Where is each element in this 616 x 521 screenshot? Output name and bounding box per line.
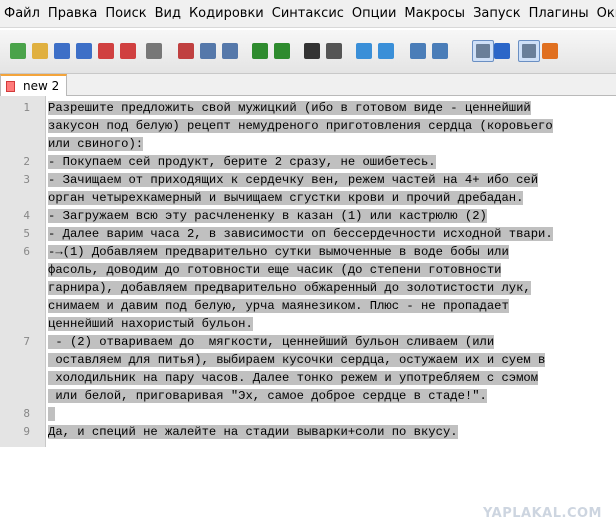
line-number: 1	[23, 101, 30, 114]
menu-item-5[interactable]: Синтаксис	[272, 6, 352, 21]
text-line: - Зачищаем от приходящих к сердечку вен,…	[48, 173, 539, 187]
line-number: 5	[23, 227, 30, 240]
line-number: 6	[23, 245, 30, 258]
replace-icon[interactable]	[326, 43, 342, 59]
menu-item-10[interactable]: Окна	[597, 6, 616, 21]
text-line: - (2) отвариваем до мягкости, ценнейший …	[48, 335, 495, 349]
menu-item-8[interactable]: Запуск	[473, 6, 529, 21]
text-line: - Далее варим часа 2, в зависимости оп б…	[48, 227, 553, 241]
tab-new-2[interactable]: new 2	[0, 74, 67, 96]
menu-item-9[interactable]: Плагины	[529, 6, 597, 21]
paste-icon[interactable]	[222, 43, 238, 59]
text-line: -→(1) Добавляем предварительно сутки вым…	[48, 245, 509, 259]
editor[interactable]: 1 2 3 4 5 6 7 8 9 Разрешите предложить свой мужи…	[0, 96, 616, 521]
menu-item-4[interactable]: Кодировки	[189, 6, 272, 21]
user-lang-icon[interactable]	[542, 43, 558, 59]
tab-bar: new 2	[0, 74, 616, 96]
menu-bar: Файл Правка Поиск Вид Кодировки Синтаксис Опци…	[0, 0, 616, 28]
text-line: орган четырехкамерный и вычищаем сгустки…	[48, 191, 524, 205]
document-modified-icon	[6, 80, 15, 92]
text-line: снимаем и давим под белую, урча маянезик…	[48, 299, 509, 313]
line-number-gutter: 1 2 3 4 5 6 7 8 9	[0, 96, 46, 447]
sync-vertical-icon[interactable]	[410, 43, 426, 59]
line-number: 7	[23, 335, 30, 348]
save-icon[interactable]	[54, 43, 70, 59]
text-line: гарнира), добавляем предварительно обжар…	[48, 281, 531, 295]
close-all-icon[interactable]	[120, 43, 136, 59]
watermark: YAPLAKAL.COM	[483, 506, 602, 521]
zoom-in-icon[interactable]	[356, 43, 372, 59]
menu-item-2[interactable]: Поиск	[105, 6, 154, 21]
find-icon[interactable]	[304, 43, 320, 59]
text-line: холодильник на пару часов. Далее тонко р…	[48, 371, 539, 385]
text-line: оставляем для питья), выбираем кусочки с…	[48, 353, 546, 367]
menu-item-6[interactable]: Опции	[352, 6, 404, 21]
text-line: Разрешите предложить свой мужицкий (ибо …	[48, 101, 531, 115]
line-number: 3	[23, 173, 30, 186]
menu-item-0[interactable]: Файл	[4, 6, 48, 21]
line-number: 4	[23, 209, 30, 222]
undo-icon[interactable]	[252, 43, 268, 59]
save-all-icon[interactable]	[76, 43, 92, 59]
text-line: - Загружаем всю эту расчлененку в казан …	[48, 209, 487, 223]
show-all-chars-icon[interactable]	[494, 43, 510, 59]
tab-label: new 2	[23, 79, 60, 93]
menu-item-1[interactable]: Правка	[48, 6, 105, 21]
indent-guide-icon[interactable]	[518, 40, 540, 62]
line-number: 8	[23, 407, 30, 420]
new-file-icon[interactable]	[10, 43, 26, 59]
text-line: или белой, приговаривая "Эх, самое добро…	[48, 389, 487, 403]
text-line: закусон под белую) рецепт немудреного пр…	[48, 119, 553, 133]
text-line: ценнейший нахористый бульон.	[48, 317, 253, 331]
menu-item-3[interactable]: Вид	[155, 6, 189, 21]
word-wrap-icon[interactable]	[472, 40, 494, 62]
sync-horizontal-icon[interactable]	[432, 43, 448, 59]
line-number: 2	[23, 155, 30, 168]
close-icon[interactable]	[98, 43, 114, 59]
cut-icon[interactable]	[178, 43, 194, 59]
redo-icon[interactable]	[274, 43, 290, 59]
text-line	[48, 405, 56, 423]
menu-item-7[interactable]: Макросы	[404, 6, 473, 21]
print-icon[interactable]	[146, 43, 162, 59]
copy-icon[interactable]	[200, 43, 216, 59]
open-file-icon[interactable]	[32, 43, 48, 59]
line-number: 9	[23, 425, 30, 438]
toolbar	[0, 30, 616, 74]
text-line: - Покупаем сей продукт, берите 2 сразу, …	[48, 155, 436, 169]
text-line: Да, и специй не жалейте на стадии выварк…	[48, 425, 458, 439]
text-line: фасоль, доводим до готовности еще часик …	[48, 263, 502, 277]
zoom-out-icon[interactable]	[378, 43, 394, 59]
text-line: или свиного):	[48, 137, 144, 151]
